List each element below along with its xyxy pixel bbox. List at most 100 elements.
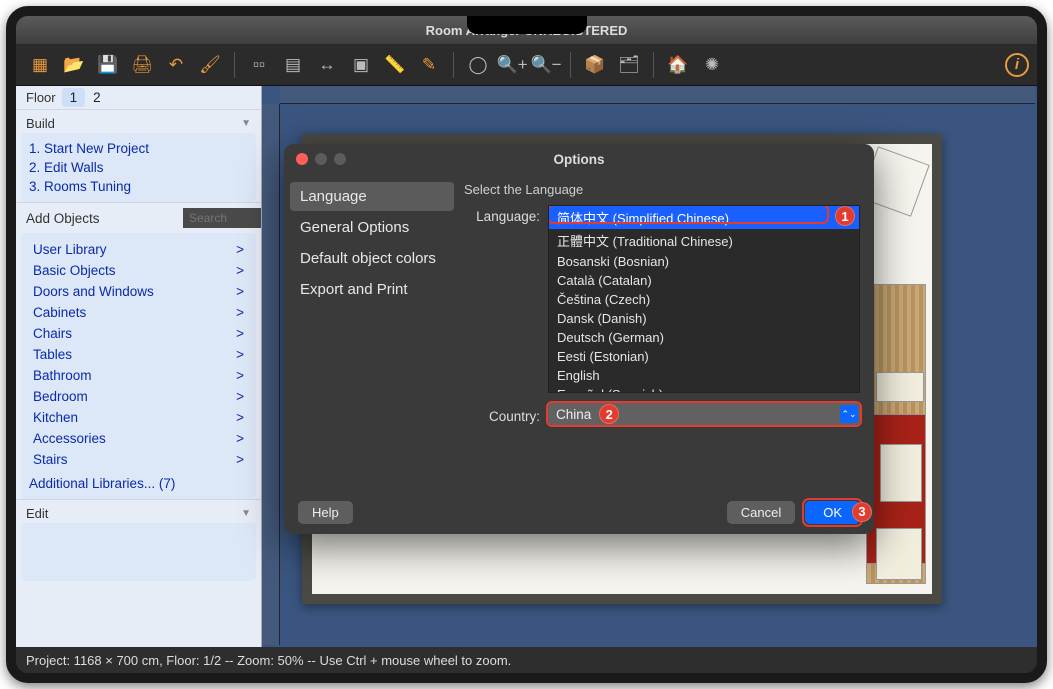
language-option[interactable]: Čeština (Czech)	[549, 290, 859, 309]
undo-icon[interactable]: ↶	[160, 49, 192, 81]
dialog-footer: Help Cancel OK 3	[284, 490, 874, 534]
add-objects-label: Add Objects	[26, 211, 183, 226]
help-button[interactable]: Help	[298, 501, 353, 524]
house3d-icon[interactable]: 🏠	[662, 49, 694, 81]
categories-list: User Library>Basic Objects>Doors and Win…	[21, 233, 256, 499]
category-item[interactable]: User Library>	[29, 239, 248, 260]
select-icon[interactable]: ◯	[462, 49, 494, 81]
pencil-icon[interactable]: ✎	[413, 49, 445, 81]
callout-2: 2	[599, 404, 619, 424]
language-option[interactable]: 正體中文 (Traditional Chinese)	[549, 229, 859, 252]
dialog-nav-item[interactable]: Default object colors	[290, 244, 454, 273]
dialog-heading: Select the Language	[464, 182, 860, 197]
country-label: Country:	[464, 405, 540, 424]
zoom-out-icon[interactable]: 🔍−	[530, 49, 562, 81]
country-select[interactable]: China 2 ⌃⌄	[548, 403, 860, 425]
print-icon[interactable]: 🖨	[126, 49, 158, 81]
category-item[interactable]: Basic Objects>	[29, 260, 248, 281]
dialog-nav: LanguageGeneral OptionsDefault object co…	[284, 174, 460, 490]
dim-h-icon[interactable]: ↔	[311, 49, 343, 81]
additional-libraries-link[interactable]: Additional Libraries... (7)	[29, 470, 248, 493]
close-icon[interactable]	[296, 153, 308, 165]
brush-icon[interactable]: 🖌	[194, 49, 226, 81]
sofa[interactable]	[880, 444, 922, 502]
build-item[interactable]: 1. Start New Project	[29, 139, 248, 158]
floor-tab-2[interactable]: 2	[85, 88, 109, 107]
ruler-len-icon[interactable]: 📏	[379, 49, 411, 81]
sidebar: Floor 12 Build ▼ 1. Start New Project2. …	[16, 86, 262, 647]
build-list: 1. Start New Project2. Edit Walls3. Room…	[21, 133, 256, 202]
callout-3: 3	[852, 502, 872, 522]
floor-label: Floor	[26, 90, 56, 105]
language-option[interactable]: Bosanski (Bosnian)	[549, 252, 859, 271]
package-icon[interactable]: 📦	[579, 49, 611, 81]
options-dialog: Options LanguageGeneral OptionsDefault o…	[284, 144, 874, 534]
country-value: China	[556, 407, 591, 422]
dialog-nav-item[interactable]: Language	[290, 182, 454, 211]
armchair[interactable]	[876, 528, 922, 580]
category-item[interactable]: Stairs>	[29, 449, 248, 470]
build-section-header[interactable]: Build ▼	[16, 109, 261, 133]
language-label: Language:	[464, 205, 540, 224]
category-item[interactable]: Bedroom>	[29, 386, 248, 407]
add-objects-header: Add Objects	[16, 202, 261, 233]
status-bar: Project: 1168 × 700 cm, Floor: 1/2 -- Zo…	[16, 647, 1037, 673]
ruler-horizontal	[280, 86, 1035, 104]
stack-icon[interactable]: 🗂	[613, 49, 645, 81]
category-item[interactable]: Chairs>	[29, 323, 248, 344]
box3d-icon[interactable]: ▣	[345, 49, 377, 81]
bricks-icon[interactable]: ▤	[277, 49, 309, 81]
category-item[interactable]: Kitchen>	[29, 407, 248, 428]
group-a-icon[interactable]: ▫▫	[243, 49, 275, 81]
language-option[interactable]: Eesti (Estonian)	[549, 347, 859, 366]
info-icon[interactable]: i	[1005, 53, 1029, 77]
build-item[interactable]: 2. Edit Walls	[29, 158, 248, 177]
category-item[interactable]: Tables>	[29, 344, 248, 365]
language-option[interactable]: Español (Spanish)	[549, 385, 859, 393]
chevron-down-icon: ▼	[241, 508, 251, 519]
language-listbox[interactable]: 简体中文 (Simplified Chinese)1正體中文 (Traditio…	[548, 205, 860, 393]
toolbar-separator	[570, 52, 571, 78]
search-input[interactable]	[183, 208, 261, 228]
status-text: Project: 1168 × 700 cm, Floor: 1/2 -- Zo…	[26, 653, 511, 668]
zoom-icon	[334, 153, 346, 165]
dialog-title: Options	[554, 152, 605, 167]
edit-section-header[interactable]: Edit ▼	[16, 499, 261, 523]
app-window: Room Arranger UNREGISTERED ▦📂💾🖨↶🖌▫▫▤↔▣📏✎…	[16, 16, 1037, 673]
ok-label: OK	[823, 505, 842, 520]
floor-tab-1[interactable]: 1	[62, 88, 86, 107]
ruler-vertical	[262, 104, 280, 645]
ok-button[interactable]: OK 3	[805, 501, 860, 524]
zoom-in-icon[interactable]: 🔍+	[496, 49, 528, 81]
chevron-updown-icon: ⌃⌄	[840, 405, 858, 423]
build-item[interactable]: 3. Rooms Tuning	[29, 177, 248, 196]
toolbar-separator	[234, 52, 235, 78]
traffic-lights	[296, 153, 346, 165]
callout-1: 1	[835, 206, 855, 226]
language-option[interactable]: Deutsch (German)	[549, 328, 859, 347]
category-item[interactable]: Doors and Windows>	[29, 281, 248, 302]
gear-icon[interactable]: ✺	[696, 49, 728, 81]
language-option[interactable]: English	[549, 366, 859, 385]
chevron-down-icon: ▼	[241, 118, 251, 129]
laptop-frame: Room Arranger UNREGISTERED ▦📂💾🖨↶🖌▫▫▤↔▣📏✎…	[6, 6, 1047, 683]
dialog-titlebar: Options	[284, 144, 874, 174]
build-label: Build	[26, 116, 55, 131]
dialog-nav-item[interactable]: General Options	[290, 213, 454, 242]
save-icon[interactable]: 💾	[92, 49, 124, 81]
grid-icon[interactable]: ▦	[24, 49, 56, 81]
table[interactable]	[876, 372, 924, 402]
cancel-button[interactable]: Cancel	[727, 501, 795, 524]
open-icon[interactable]: 📂	[58, 49, 90, 81]
language-option[interactable]: 简体中文 (Simplified Chinese)1	[549, 206, 859, 229]
language-option[interactable]: Català (Catalan)	[549, 271, 859, 290]
category-item[interactable]: Cabinets>	[29, 302, 248, 323]
dialog-body: LanguageGeneral OptionsDefault object co…	[284, 174, 874, 490]
language-option[interactable]: Dansk (Danish)	[549, 309, 859, 328]
dialog-nav-item[interactable]: Export and Print	[290, 275, 454, 304]
category-item[interactable]: Accessories>	[29, 428, 248, 449]
main-toolbar: ▦📂💾🖨↶🖌 ▫▫▤↔▣📏✎ ◯🔍+🔍− 📦🗂 🏠✺ i	[16, 44, 1037, 86]
category-item[interactable]: Bathroom>	[29, 365, 248, 386]
toolbar-separator	[453, 52, 454, 78]
minimize-icon	[315, 153, 327, 165]
